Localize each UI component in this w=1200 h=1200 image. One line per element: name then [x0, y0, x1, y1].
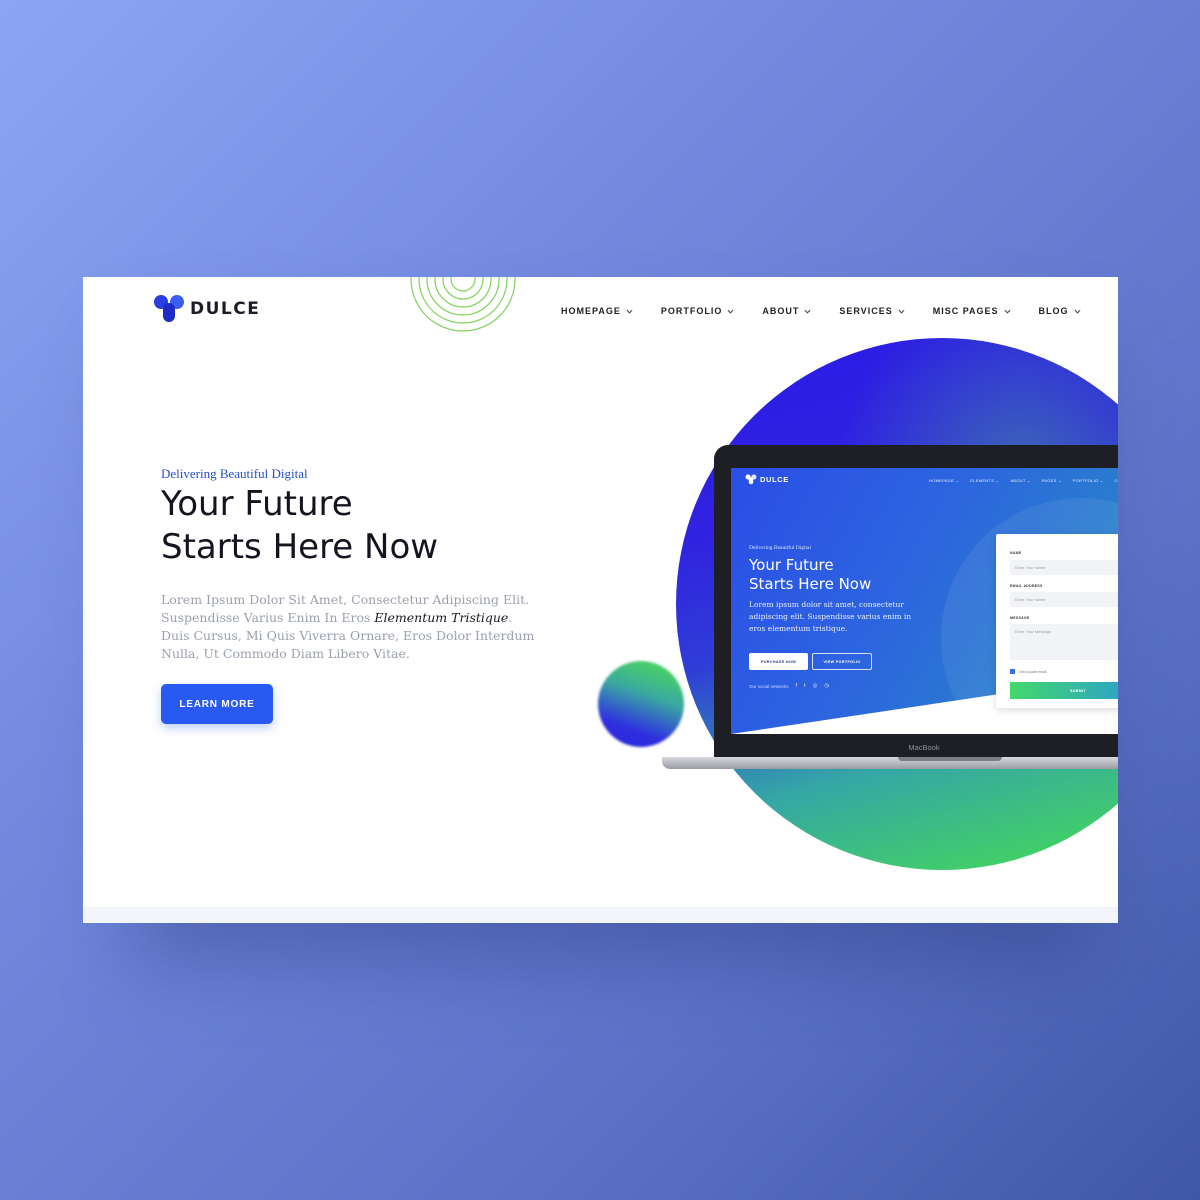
learn-more-button[interactable]: LEARN MORE	[161, 684, 273, 724]
nav-label: SERVICES	[839, 306, 893, 316]
chevron-down-icon	[804, 309, 811, 314]
site-logo[interactable]: DULCE	[153, 294, 260, 324]
hero-headline: Your Future Starts Here Now	[161, 483, 438, 569]
whatsapp-icon: ◷	[824, 683, 830, 689]
screen-checkbox-label: Get a quote email	[1019, 669, 1047, 674]
screen-email-label: EMAIL ADDRESS	[1010, 584, 1043, 588]
laptop-mockup: DULCE HOMEPAGE ⌄ ELEMENTS ⌄ ABOUT ⌄ PAGE…	[662, 445, 1118, 773]
nav-label: HOMEPAGE	[561, 306, 621, 316]
brand-name: DULCE	[190, 299, 261, 319]
screen-nav: HOMEPAGE ⌄ ELEMENTS ⌄ ABOUT ⌄ PAGES ⌄ PO…	[929, 478, 1118, 483]
small-gradient-orb-decoration	[598, 661, 684, 747]
laptop-base-notch	[898, 757, 1002, 761]
chevron-down-icon	[727, 309, 734, 314]
nav-label: BLOG	[1038, 306, 1069, 316]
screen-nav-item: ELEMENTS ⌄	[970, 478, 1000, 483]
screen-portfolio-button: VIEW PORTFOLIO	[812, 653, 872, 670]
nav-label: ABOUT	[762, 306, 800, 316]
nav-item-portfolio[interactable]: PORTFOLIO	[661, 306, 735, 316]
section-divider	[83, 907, 1118, 923]
screen-purchase-button: PURCHASE NOW	[749, 653, 808, 670]
laptop-screen: DULCE HOMEPAGE ⌄ ELEMENTS ⌄ ABOUT ⌄ PAGE…	[731, 468, 1118, 734]
screen-headline-line: Your Future	[749, 556, 834, 574]
main-nav: HOMEPAGE PORTFOLIO ABOUT SERVICES MISC P…	[561, 306, 1109, 316]
hero-body: Lorem Ipsum Dolor Sit Amet, Consectetur …	[161, 591, 541, 663]
screen-social-label: Our social networks	[749, 683, 789, 689]
laptop-brand-label: MacBook	[908, 743, 940, 752]
screen-nav-item: PORTFOLIO ⌄	[1072, 478, 1104, 483]
screen-social: Our social networks f t ◎ ◷	[749, 683, 829, 689]
hero-body-emphasis: Elementum Tristique	[374, 610, 509, 625]
screen-headline: Your Future Starts Here Now	[749, 556, 871, 594]
screen-logo: DULCE	[745, 474, 789, 485]
screen-message-label: MESSAGE	[1010, 616, 1030, 620]
screen-body: Lorem ipsum dolor sit amet, consectetur …	[749, 600, 912, 633]
instagram-icon: ◎	[812, 683, 818, 689]
twitter-icon: t	[804, 683, 806, 689]
chevron-down-icon	[1074, 309, 1081, 314]
nav-item-misc-pages[interactable]: MISC PAGES	[933, 306, 1011, 316]
screen-message-field: Enter Your Message	[1010, 624, 1118, 660]
nav-item-services[interactable]: SERVICES	[839, 306, 905, 316]
hero-headline-line: Starts Here Now	[161, 527, 439, 567]
screen-nav-item: PAGES ⌄	[1041, 478, 1062, 483]
screen-brand-name: DULCE	[760, 475, 789, 484]
website-preview: DULCE HOMEPAGE PORTFOLIO ABOUT SERVICES …	[83, 277, 1118, 923]
chevron-down-icon	[1004, 309, 1011, 314]
logo-mark-icon	[154, 295, 184, 322]
screen-nav-item: ABOUT ⌄	[1010, 478, 1031, 483]
screen-email-field: Enter Your Name	[1010, 592, 1118, 607]
nav-label: PORTFOLIO	[660, 306, 723, 316]
screen-kicker: Delivering Beautiful Digital	[749, 545, 812, 551]
hero-headline-line: Your Future	[161, 484, 353, 524]
concentric-rings-decoration	[410, 277, 516, 332]
nav-label: MISC PAGES	[932, 306, 999, 316]
screen-name-field: Enter Your Name	[1010, 560, 1118, 575]
logo-mark-icon	[745, 474, 757, 485]
nav-item-about[interactable]: ABOUT	[762, 306, 811, 316]
screen-headline-line: Starts Here Now	[749, 575, 872, 593]
screen-submit-button: SUBMIT	[1010, 682, 1118, 699]
chevron-down-icon	[898, 309, 905, 314]
screen-nav-item: CO	[1114, 478, 1118, 483]
chevron-down-icon	[626, 309, 633, 314]
facebook-icon: f	[795, 683, 798, 689]
screen-contact-form: NAME Enter Your Name EMAIL ADDRESS Enter…	[996, 534, 1118, 708]
checkbox-icon	[1010, 669, 1015, 674]
nav-item-homepage[interactable]: HOMEPAGE	[561, 306, 633, 316]
screen-quote-checkbox: Get a quote email	[1010, 669, 1047, 674]
laptop-base	[662, 757, 1118, 769]
hero-kicker: Delivering Beautiful Digital	[161, 466, 308, 481]
screen-nav-item: HOMEPAGE ⌄	[929, 478, 960, 483]
nav-item-blog[interactable]: BLOG	[1039, 306, 1081, 316]
screen-name-label: NAME	[1010, 551, 1022, 555]
